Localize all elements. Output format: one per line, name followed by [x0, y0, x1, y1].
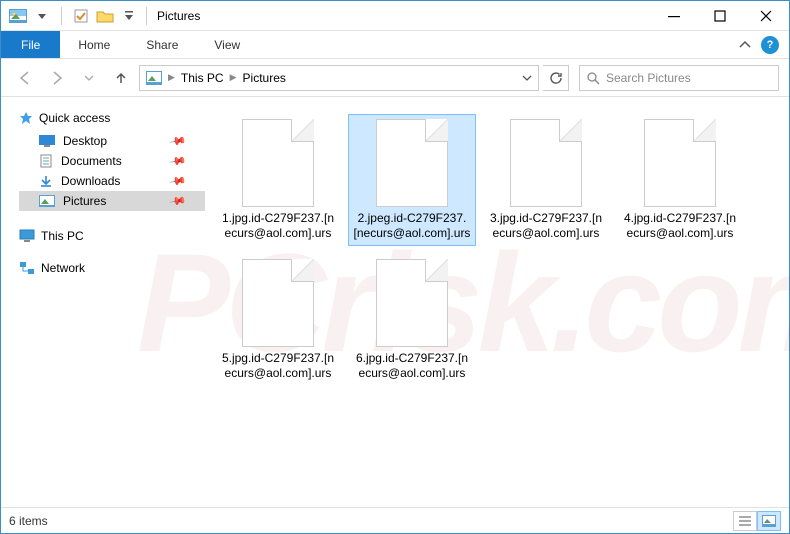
search-input[interactable]: Search Pictures [579, 65, 779, 91]
sidebar-item-downloads[interactable]: Downloads 📌 [19, 171, 205, 191]
blank-file-icon [242, 259, 314, 347]
file-item[interactable]: 6.jpg.id-C279F237.[necurs@aol.com].urs [349, 255, 475, 385]
pictures-icon [39, 195, 55, 207]
sidebar-item-pictures[interactable]: Pictures 📌 [19, 191, 205, 211]
up-button[interactable] [107, 64, 135, 92]
addr-dropdown-icon[interactable] [522, 73, 532, 83]
chevron-right-icon[interactable]: ▶ [168, 72, 175, 83]
file-name: 5.jpg.id-C279F237.[necurs@aol.com].urs [219, 351, 337, 381]
pin-icon: 📌 [169, 152, 188, 171]
forward-button[interactable] [43, 64, 71, 92]
file-name: 3.jpg.id-C279F237.[necurs@aol.com].urs [487, 211, 605, 241]
view-details-button[interactable] [733, 511, 757, 531]
refresh-button[interactable] [543, 65, 569, 91]
desktop-icon [39, 135, 55, 147]
tab-view[interactable]: View [196, 31, 258, 58]
downloads-icon [39, 174, 53, 188]
back-button[interactable] [11, 64, 39, 92]
overflow-dropdown-icon[interactable] [118, 5, 140, 27]
file-item[interactable]: 4.jpg.id-C279F237.[necurs@aol.com].urs [617, 115, 743, 245]
ribbon: File Home Share View ? [1, 31, 789, 59]
file-tab[interactable]: File [1, 31, 60, 58]
chevron-right-icon[interactable]: ▶ [230, 72, 237, 83]
address-bar[interactable]: ▶ This PC ▶ Pictures [139, 65, 539, 91]
search-placeholder: Search Pictures [606, 71, 691, 85]
main: Quick access Desktop 📌 Documents 📌 Downl… [1, 97, 789, 509]
separator [61, 7, 62, 25]
blank-file-icon [242, 119, 314, 207]
pin-icon: 📌 [169, 172, 188, 191]
documents-icon [39, 154, 53, 168]
minimize-button[interactable] [651, 1, 697, 31]
app-icon [7, 5, 29, 27]
blank-file-icon [510, 119, 582, 207]
file-item[interactable]: 5.jpg.id-C279F237.[necurs@aol.com].urs [215, 255, 341, 385]
status-text: 6 items [9, 514, 48, 528]
blank-file-icon [376, 119, 448, 207]
window-title: Pictures [157, 9, 200, 23]
maximize-button[interactable] [697, 1, 743, 31]
sidebar-item-desktop[interactable]: Desktop 📌 [19, 131, 205, 151]
network-icon [19, 261, 35, 275]
help-icon[interactable]: ? [761, 36, 779, 54]
titlebar: Pictures [1, 1, 789, 31]
sidebar-item-network[interactable]: Network [19, 261, 205, 275]
recent-dropdown-icon[interactable] [75, 64, 103, 92]
file-item[interactable]: 2.jpeg.id-C279F237.[necurs@aol.com].urs [349, 115, 475, 245]
file-item[interactable]: 1.jpg.id-C279F237.[necurs@aol.com].urs [215, 115, 341, 245]
breadcrumb-thispc[interactable]: This PC [181, 71, 224, 85]
quick-access-toolbar [1, 5, 140, 27]
sidebar-item-thispc[interactable]: This PC [19, 229, 205, 243]
checkbox-properties-icon[interactable] [70, 5, 92, 27]
tab-home[interactable]: Home [60, 31, 128, 58]
file-view[interactable]: PCrisk.com 1.jpg.id-C279F237.[necurs@aol… [205, 97, 789, 509]
breadcrumb-pictures[interactable]: Pictures [243, 71, 286, 85]
file-item[interactable]: 3.jpg.id-C279F237.[necurs@aol.com].urs [483, 115, 609, 245]
navbar: ▶ This PC ▶ Pictures Search Pictures [1, 59, 789, 97]
quick-access-header[interactable]: Quick access [19, 111, 205, 125]
file-name: 1.jpg.id-C279F237.[necurs@aol.com].urs [219, 211, 337, 241]
close-button[interactable] [743, 1, 789, 31]
pin-icon: 📌 [169, 192, 188, 211]
star-icon [19, 111, 33, 125]
qat-dropdown-icon[interactable] [31, 5, 53, 27]
blank-file-icon [376, 259, 448, 347]
statusbar: 6 items [1, 507, 789, 533]
tab-share[interactable]: Share [128, 31, 196, 58]
sidebar-item-documents[interactable]: Documents 📌 [19, 151, 205, 171]
window-controls [651, 1, 789, 31]
pin-icon: 📌 [169, 132, 188, 151]
separator [146, 7, 147, 25]
pictures-location-icon [146, 71, 162, 85]
search-icon [586, 71, 600, 85]
expand-ribbon-icon[interactable] [739, 39, 751, 51]
view-icons-button[interactable] [757, 511, 781, 531]
blank-file-icon [644, 119, 716, 207]
file-name: 6.jpg.id-C279F237.[necurs@aol.com].urs [353, 351, 471, 381]
nav-pane: Quick access Desktop 📌 Documents 📌 Downl… [1, 97, 205, 509]
file-name: 4.jpg.id-C279F237.[necurs@aol.com].urs [621, 211, 739, 241]
thispc-icon [19, 229, 35, 243]
file-name: 2.jpeg.id-C279F237.[necurs@aol.com].urs [353, 211, 471, 241]
folder-icon[interactable] [94, 5, 116, 27]
